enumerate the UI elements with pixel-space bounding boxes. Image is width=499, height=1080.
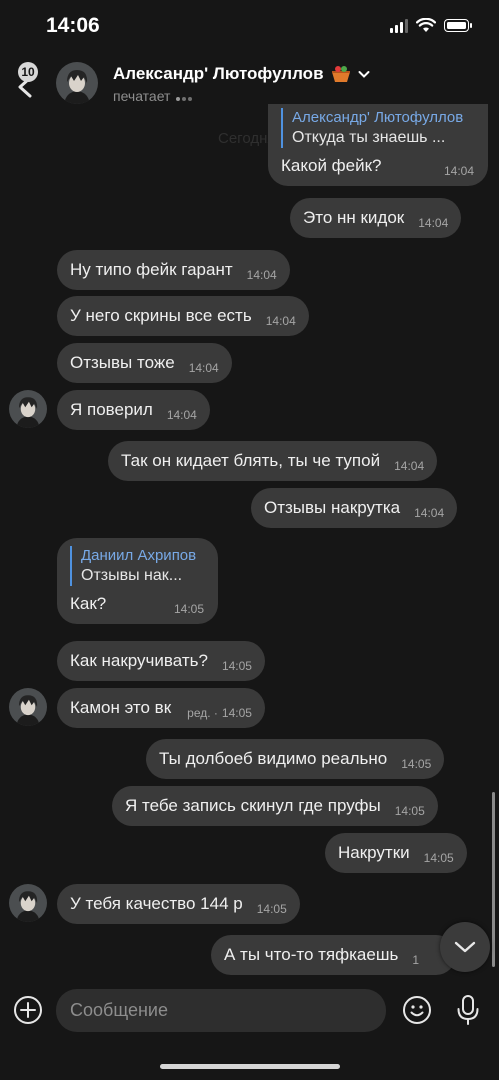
message-time: 14:05 [221,659,252,673]
message-text: А ты что-то тяфкаешь [224,945,399,964]
message-bubble-in[interactable]: Отзывы тоже 14:04 [57,343,232,383]
status-icons [390,18,472,33]
reply-quote[interactable]: Даниил Ахрипов Отзывы нак... [70,546,204,586]
message-bubble-in[interactable]: Я поверил 14:04 [57,390,210,430]
signal-icon [390,18,408,33]
message-text: Я поверил [70,400,153,419]
typing-status: печатает [113,88,193,104]
message-input-placeholder: Сообщение [70,1000,168,1020]
message-bubble-in[interactable]: Камон это вк ред. · 14:05 [57,688,265,728]
message-bubble-out[interactable]: Это нн кидок 14:04 [290,198,462,238]
message-text: Ну типо фейк гарант [70,260,233,279]
message-bubble-out[interactable]: Накрутки 14:05 [325,833,467,873]
scrollbar[interactable] [492,792,495,967]
message-time: 1 [412,953,420,967]
message-bubble-out[interactable]: Александр' Лютофуллов Откуда ты знаешь .… [268,104,488,186]
message-text: Ты долбоеб видимо реально [159,749,388,768]
message-bubble-in[interactable]: Даниил Ахрипов Отзывы нак... Как? 14:05 [57,538,218,624]
message-time: 14:04 [166,408,197,422]
wifi-icon [416,18,436,32]
smiley-icon[interactable] [401,994,433,1026]
message-time: 14:04 [246,268,277,282]
plus-circle-icon[interactable] [12,994,44,1026]
message-bubble-out[interactable]: А ты что-то тяфкаешь 1 [211,935,456,975]
message-time: 14:05 [173,602,204,616]
chevron-down-icon[interactable] [358,69,370,79]
message-time: 14:05 [256,902,287,916]
message-text: Так он кидает блять, ты че тупой [121,451,381,470]
sender-avatar[interactable] [9,688,47,726]
message-time: 14:05 [221,706,252,720]
message-text: Как накручивать? [70,651,208,670]
contact-name-row[interactable]: Александр' Лютофуллов [113,64,370,84]
message-bubble-out[interactable]: Я тебе запись скинул где пруфы 14:05 [112,786,438,826]
scroll-down-button[interactable] [440,922,490,972]
edited-label: ред. · [187,706,218,720]
microphone-icon[interactable] [453,993,483,1027]
message-text: Накрутки [338,843,410,862]
message-text: Какой фейк? [281,156,382,175]
message-time: 14:04 [414,506,445,520]
message-text: Камон это вк [70,698,172,717]
message-text: Как? [70,594,107,613]
message-text: У него скрины все есть [70,306,252,325]
message-time: 14:04 [443,164,474,178]
message-time: 14:05 [401,757,432,771]
message-time: 14:05 [394,804,425,818]
unread-badge: 10 [18,62,38,82]
home-indicator [160,1064,340,1069]
chevron-down-icon [454,941,476,953]
date-separator: Сегодня [218,130,276,147]
message-bubble-out[interactable]: Отзывы накрутка 14:04 [251,488,458,528]
message-time: 14:04 [394,459,425,473]
reply-quote[interactable]: Александр' Лютофуллов Откуда ты знаешь .… [281,108,474,148]
basket-emoji-icon [331,66,350,82]
battery-icon [444,19,472,32]
message-bubble-in[interactable]: Ну типо фейк гарант 14:04 [57,250,290,290]
contact-name: Александр' Лютофуллов [113,64,324,83]
message-text: У тебя качество 144 р [70,894,243,913]
message-time: 14:04 [418,216,449,230]
message-bubble-in[interactable]: У тебя качество 144 р 14:05 [57,884,300,924]
message-text: Отзывы тоже [70,353,175,372]
message-text: Отзывы накрутка [264,498,401,517]
message-bubble-out[interactable]: Ты долбоеб видимо реально 14:05 [146,739,445,779]
message-text: Это нн кидок [303,208,405,227]
message-bubble-out[interactable]: Так он кидает блять, ты че тупой 14:04 [108,441,438,481]
header-avatar[interactable] [56,62,98,104]
message-time: 14:05 [423,851,454,865]
sender-avatar[interactable] [9,884,47,922]
typing-dots-icon [174,88,193,104]
message-input[interactable]: Сообщение [56,989,386,1032]
message-time: 14:04 [265,314,296,328]
message-text: Я тебе запись скинул где пруфы [125,796,381,815]
sender-avatar[interactable] [9,390,47,428]
message-time: 14:04 [188,361,219,375]
message-bubble-in[interactable]: У него скрины все есть 14:04 [57,296,309,336]
status-time: 14:06 [46,14,100,37]
message-bubble-in[interactable]: Как накручивать? 14:05 [57,641,265,681]
